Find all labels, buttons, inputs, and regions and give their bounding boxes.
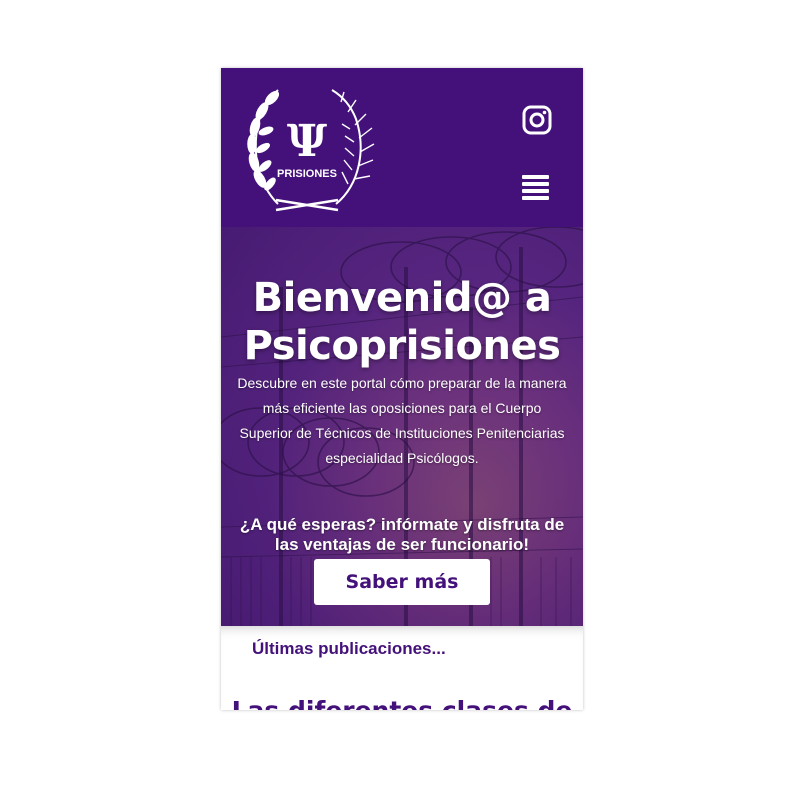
site-header: Ψ PRISIONES xyxy=(221,68,583,227)
hero-call-to-action: ¿A qué esperas? infórmate y disfruta de … xyxy=(239,515,565,554)
post-title-link[interactable]: Las diferentes clases de xyxy=(221,696,583,710)
site-logo[interactable]: Ψ PRISIONES xyxy=(238,84,376,212)
latest-posts-label: Últimas publicaciones... xyxy=(252,639,446,658)
logo-text: PRISIONES xyxy=(277,168,337,180)
saber-mas-button[interactable]: Saber más xyxy=(314,559,490,605)
hamburger-menu-icon[interactable] xyxy=(522,173,552,203)
instagram-icon[interactable] xyxy=(522,105,552,135)
latest-posts-section: Últimas publicaciones... Las diferentes … xyxy=(221,626,583,710)
psi-symbol: Ψ xyxy=(287,116,327,167)
mobile-page: Ψ PRISIONES Bienvenid@ a Psicoprisiones … xyxy=(221,68,583,710)
hero-banner: Bienvenid@ a Psicoprisiones Descubre en … xyxy=(221,227,583,626)
hero-description: Descubre en este portal cómo preparar de… xyxy=(237,375,567,466)
hero-title: Bienvenid@ a Psicoprisiones xyxy=(243,274,561,369)
